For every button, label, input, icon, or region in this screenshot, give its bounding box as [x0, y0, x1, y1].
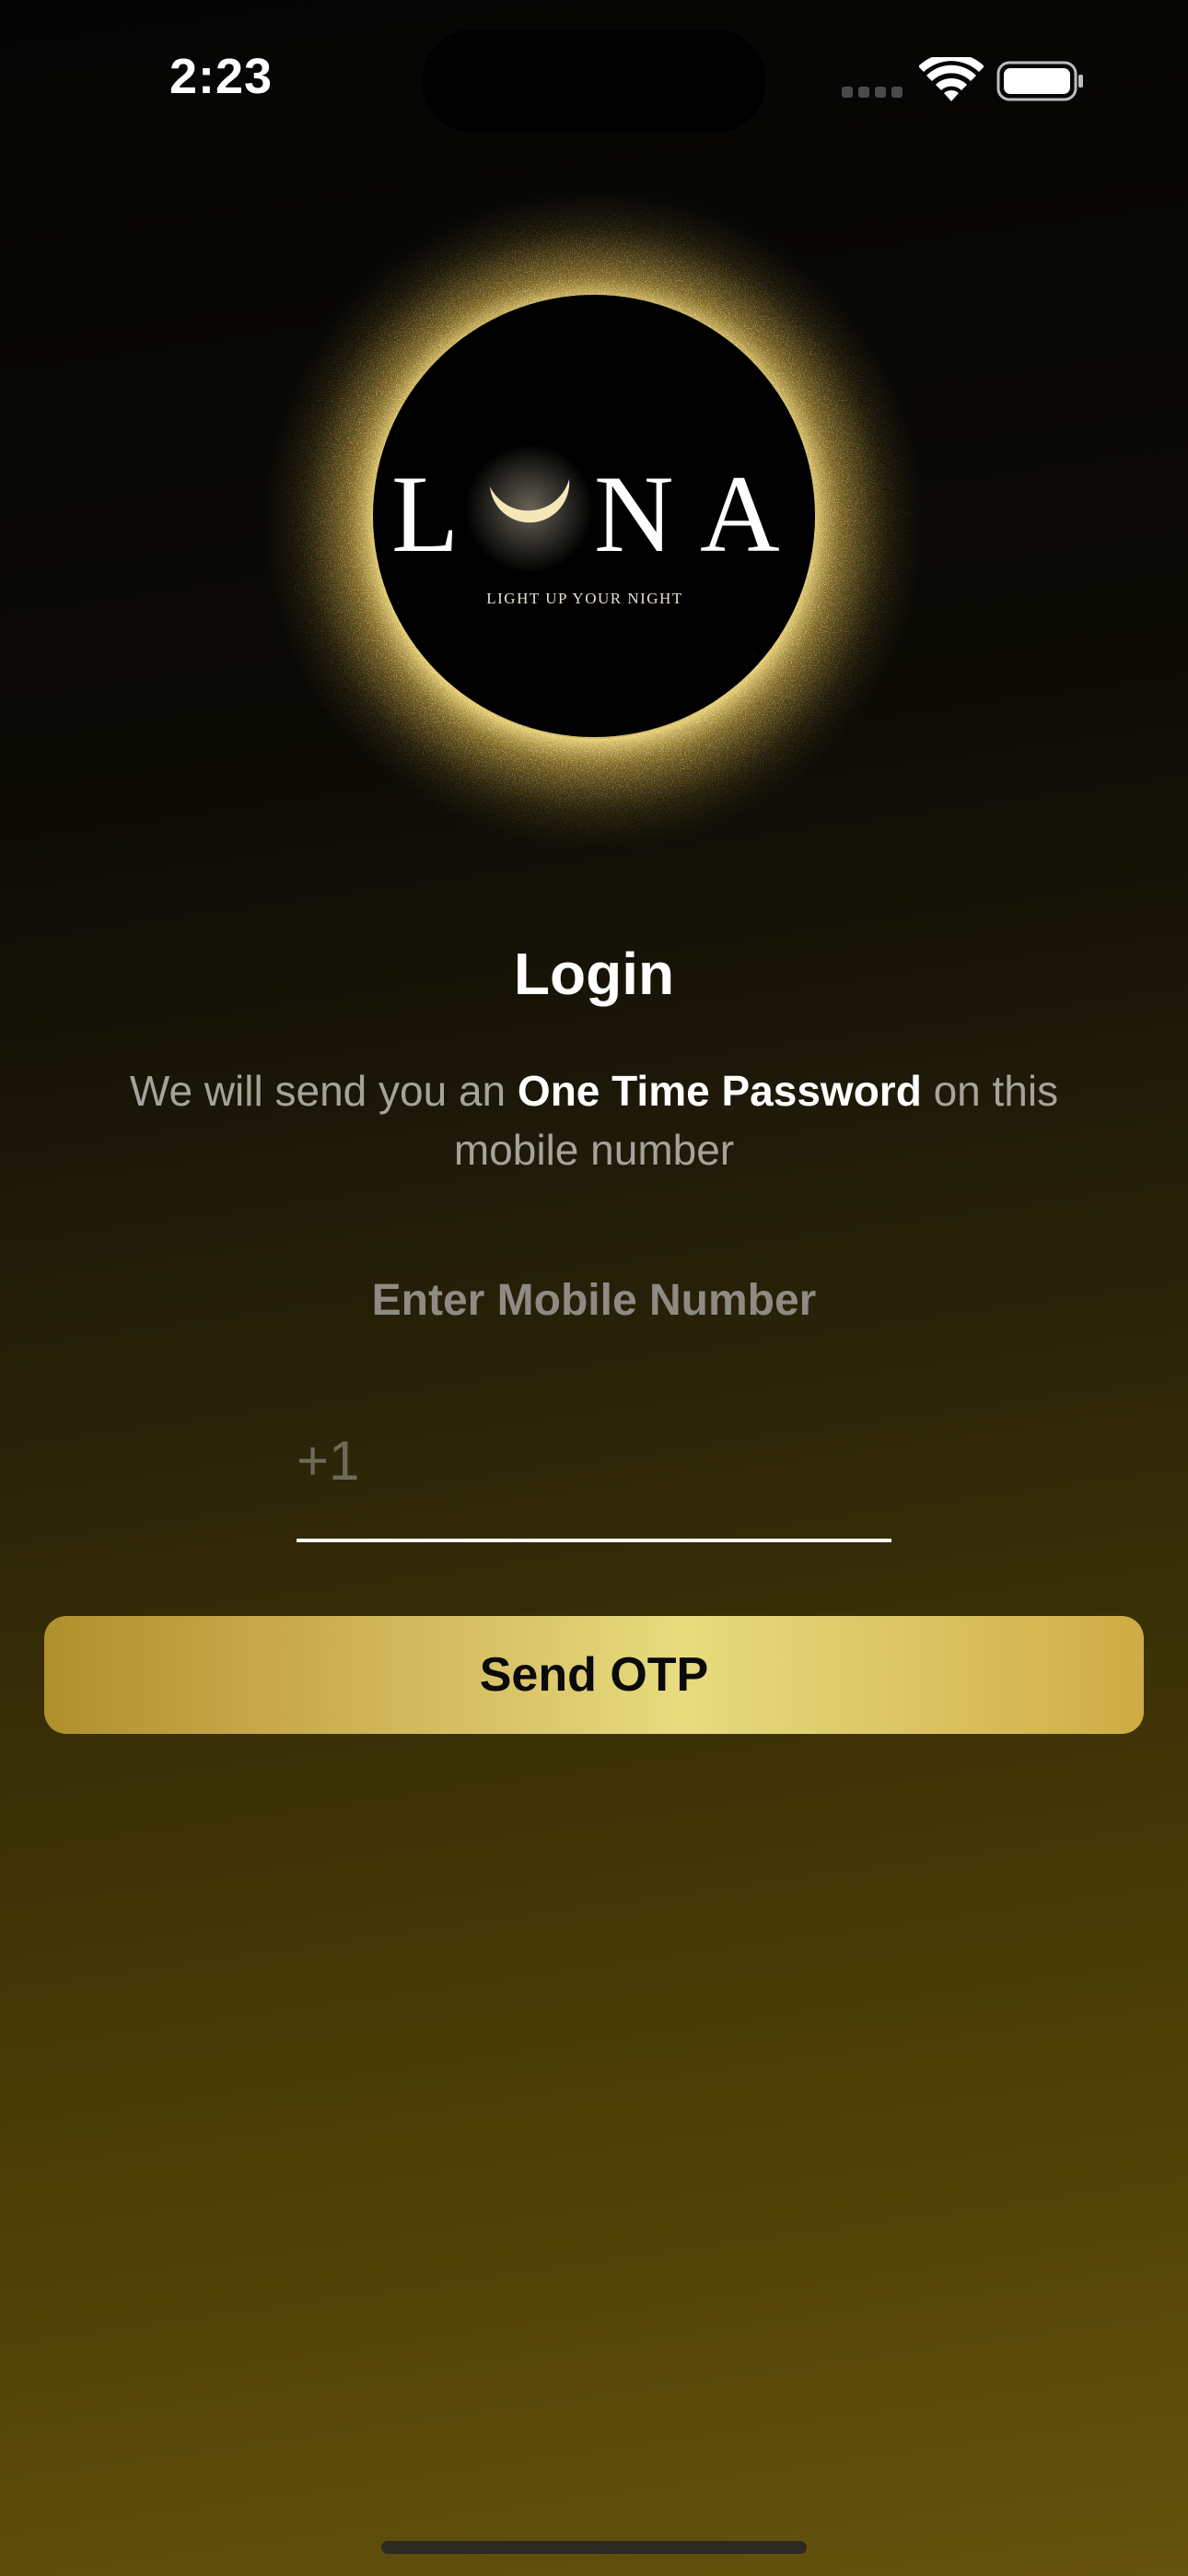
svg-text:L: L	[391, 452, 459, 575]
battery-icon	[996, 61, 1083, 101]
luna-logo: L N A LIGHT UP YOUR NIGHT	[262, 189, 926, 852]
logo-tagline: LIGHT UP YOUR NIGHT	[486, 590, 682, 607]
mobile-number-label: Enter Mobile Number	[371, 1276, 817, 1325]
otp-description: We will send you an One Time Password on…	[83, 1061, 1105, 1179]
dynamic-island	[422, 29, 766, 133]
phone-number-input[interactable]	[297, 1410, 891, 1511]
status-time: 2:23	[169, 49, 274, 104]
send-otp-button[interactable]: Send OTP	[44, 1616, 1144, 1734]
wifi-icon	[919, 57, 984, 101]
svg-text:A: A	[700, 452, 780, 575]
input-underline	[297, 1539, 891, 1542]
description-bold: One Time Password	[517, 1067, 922, 1115]
page-title: Login	[513, 941, 675, 1007]
home-indicator	[381, 2541, 807, 2554]
phone-field	[297, 1410, 891, 1542]
cellular-signal-icon	[842, 87, 906, 98]
svg-text:N: N	[594, 452, 674, 575]
description-prefix: We will send you an	[129, 1067, 518, 1115]
